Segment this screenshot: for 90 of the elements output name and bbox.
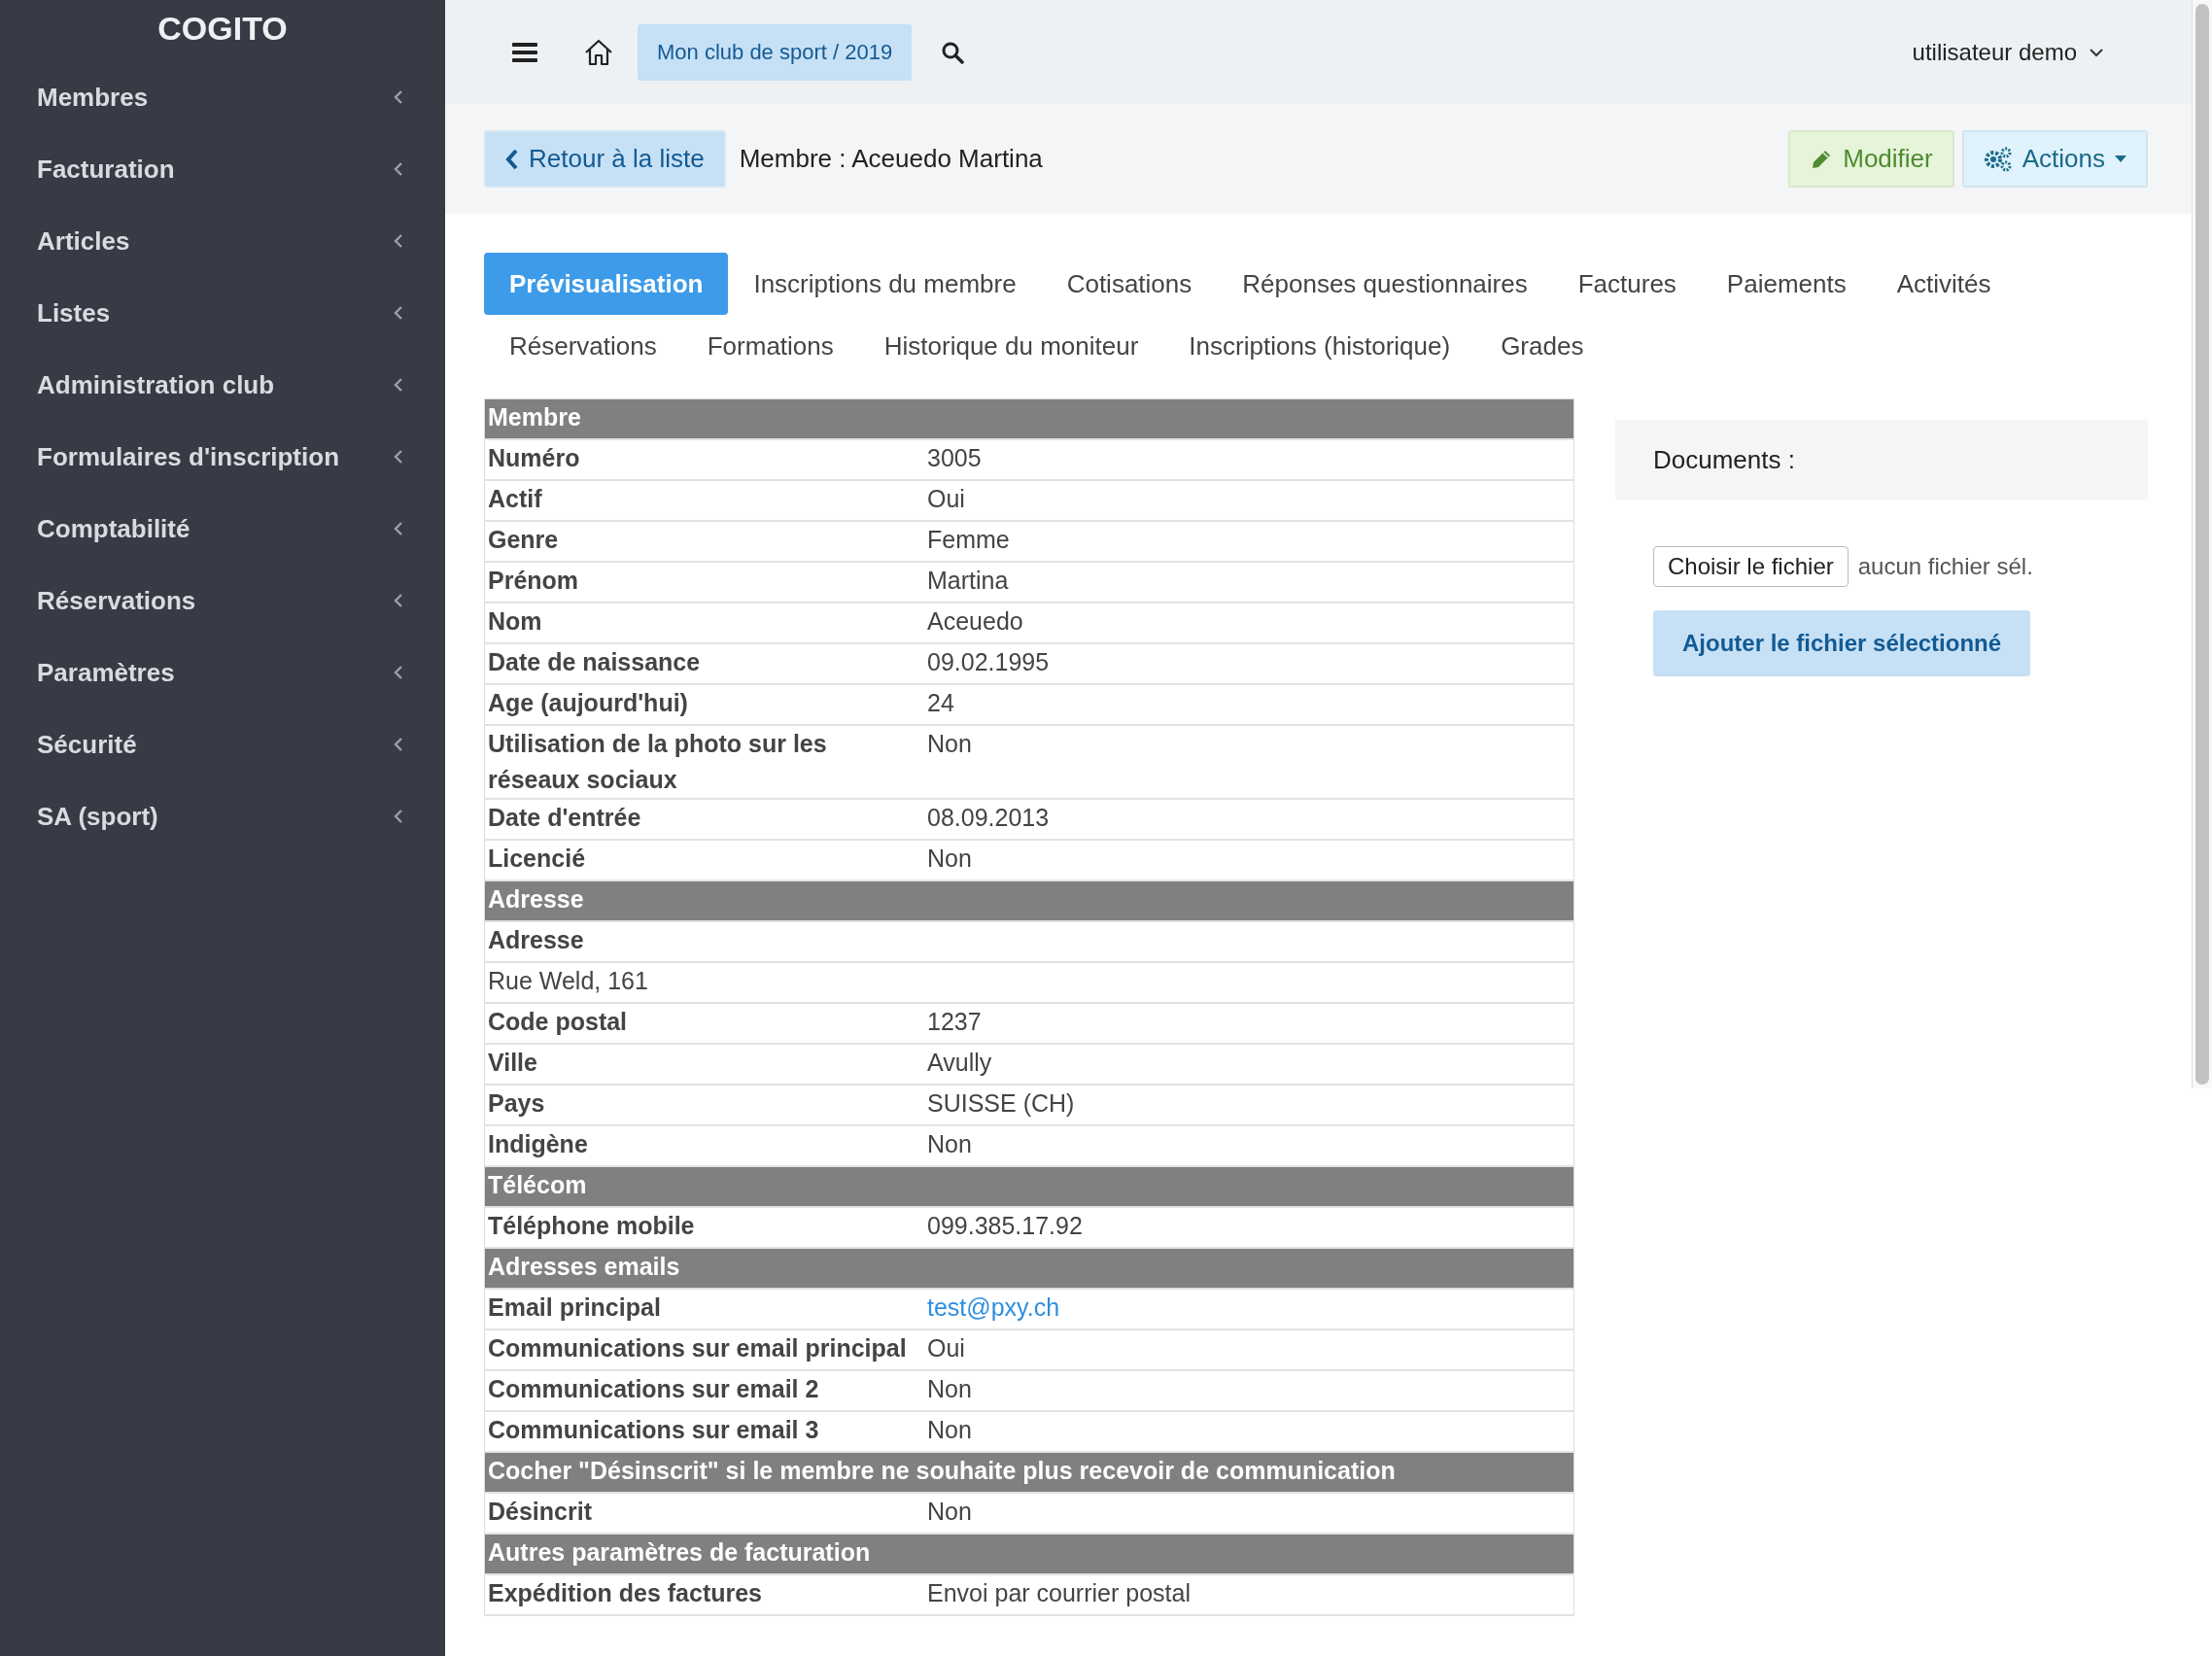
tab[interactable]: Grades [1475,315,1609,377]
chevron-left-icon [393,593,404,608]
section-header: Télécom [484,1166,1574,1207]
field-value: 08.09.2013 [924,799,1574,840]
field-label: Adresse [484,921,924,962]
field-label: Nom [484,603,924,643]
gears-icon [1983,145,2013,173]
field-label: Communications sur email principal [484,1329,924,1370]
field-label: Numéro [484,439,924,480]
field-label: Utilisation de la photo sur les réseaux sociaux [484,725,924,799]
field-value: 1237 [924,1003,1574,1044]
field-value: Avully [924,1044,1574,1085]
field-value: Aceuedo [924,603,1574,643]
chevron-left-icon [393,233,404,249]
chevron-left-icon [505,148,519,170]
actions-button[interactable]: Actions [1961,130,2148,188]
user-menu[interactable]: utilisateur demo [1912,38,2104,66]
sidebar-item[interactable]: SA (sport) [0,780,445,852]
field-label: Email principal [484,1289,924,1329]
sidebar-item[interactable]: Comptabilité [0,493,445,565]
upload-button[interactable]: Ajouter le fichier sélectionné [1653,610,2031,676]
chevron-left-icon [393,665,404,680]
tab[interactable]: Activités [1871,253,2017,315]
documents-title: Documents : [1653,444,1795,475]
field-value: Femme [924,521,1574,562]
sidebar-item[interactable]: Réservations [0,565,445,637]
tab[interactable]: Formations [681,315,859,377]
choose-file-button[interactable]: Choisir le fichier [1653,546,1849,587]
context-button[interactable]: Mon club de sport / 2019 [638,23,913,81]
chevron-left-icon [393,737,404,752]
edit-button[interactable]: Modifier [1788,130,1954,188]
field-label: Ville [484,1044,924,1085]
field-value: Oui [924,480,1574,521]
field-label: Date de naissance [484,643,924,684]
scrollbar[interactable] [2192,0,2212,1088]
field-label: Pays [484,1085,924,1125]
page-title: Membre : Aceuedo Martina [739,144,1043,174]
field-value: Non [924,725,1574,799]
tab[interactable]: Inscriptions (historique) [1163,315,1476,377]
file-status: aucun fichier sél. [1857,553,2033,580]
field-label: Communications sur email 2 [484,1370,924,1411]
tab[interactable]: Cotisations [1041,253,1218,315]
caret-icon [2115,155,2126,163]
tab[interactable]: Inscriptions du membre [728,253,1042,315]
app-logo-text: COGITO [156,9,289,49]
table-cell: Rue Weld, 161 [484,962,1574,1003]
field-value: Envoi par courrier postal [924,1574,1574,1615]
tab[interactable]: Réponses questionnaires [1217,253,1553,315]
chevron-left-icon [393,377,404,393]
chevron-left-icon [393,89,404,105]
sidebar-item[interactable]: Sécurité [0,708,445,780]
chevron-left-icon [393,521,404,536]
field-value: 24 [924,684,1574,725]
search-icon [941,40,965,64]
field-label: Date d'entrée [484,799,924,840]
chevron-left-icon [393,305,404,321]
chevron-down-icon [2089,47,2104,57]
sidebar-item[interactable]: Listes [0,277,445,349]
tab[interactable]: Réservations [484,315,682,377]
sidebar-item[interactable]: Facturation [0,133,445,205]
field-value: 3005 [924,439,1574,480]
back-button[interactable]: Retour à la liste [484,130,726,188]
section-header: Autres paramètres de facturation [484,1534,1574,1574]
field-label: Code postal [484,1003,924,1044]
sidebar-item[interactable]: Membres [0,61,445,133]
chevron-left-icon [393,449,404,465]
section-header: Adresse [484,880,1574,921]
field-label: Actif [484,480,924,521]
field-label: Prénom [484,562,924,603]
section-header: Cocher "Désinscrit" si le membre ne souhaite plus recevoir de communication [484,1452,1574,1493]
sidebar-item[interactable]: Paramètres [0,637,445,708]
field-label: Expédition des factures [484,1574,924,1615]
field-value: Oui [924,1329,1574,1370]
section-header: Membre [484,398,1574,439]
section-header: Adresses emails [484,1248,1574,1289]
tab[interactable]: Paiements [1701,253,1872,315]
field-value: 09.02.1995 [924,643,1574,684]
chevron-left-icon [393,161,404,177]
sidebar-item[interactable]: Formulaires d'inscription [0,421,445,493]
field-value: SUISSE (CH) [924,1085,1574,1125]
chevron-left-icon [393,809,404,824]
sidebar-item[interactable]: Administration club [0,349,445,421]
field-label: Age (aujourd'hui) [484,684,924,725]
field-label: Genre [484,521,924,562]
field-value: Non [924,1370,1574,1411]
field-value: Martina [924,562,1574,603]
tab[interactable]: Factures [1552,253,1702,315]
tab[interactable]: Historique du moniteur [858,315,1164,377]
menu-icon [511,40,538,64]
sidebar-item[interactable]: Articles [0,205,445,277]
